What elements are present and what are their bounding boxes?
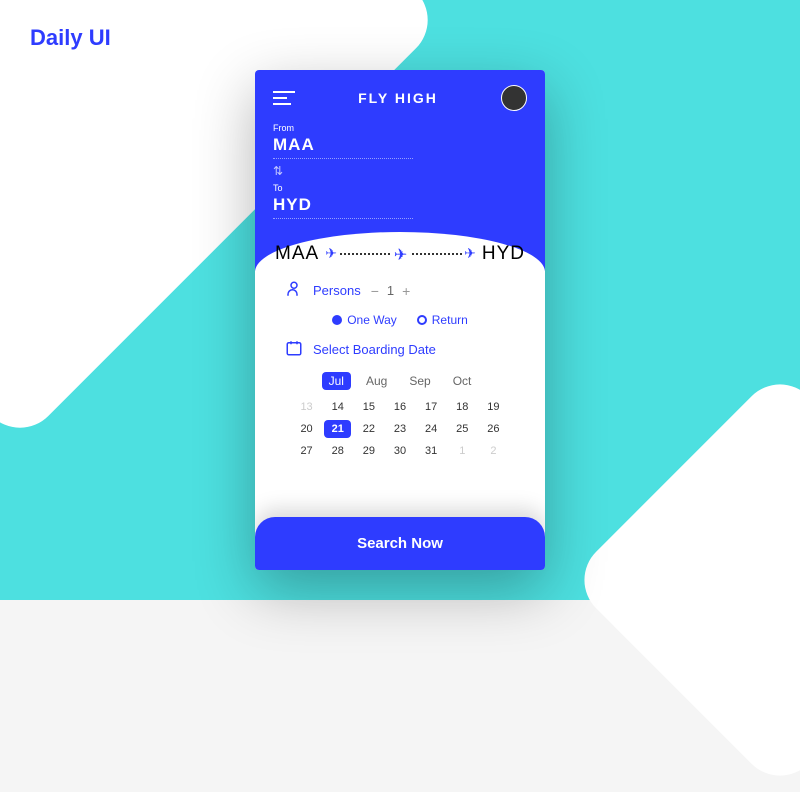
calendar-day[interactable]: 21 — [324, 420, 351, 438]
oneway-radio[interactable]: One Way — [332, 313, 397, 327]
persons-count: 1 — [387, 283, 394, 298]
calendar-day[interactable]: 18 — [449, 398, 476, 416]
persons-plus[interactable]: + — [402, 283, 410, 299]
month-sep[interactable]: Sep — [402, 372, 437, 390]
calendar-icon — [285, 339, 303, 360]
to-input[interactable]: HYD — [273, 195, 413, 219]
plane-icon: ✈ — [323, 245, 339, 262]
calendar-day[interactable]: 17 — [418, 398, 445, 416]
calendar-day[interactable]: 20 — [293, 420, 320, 438]
person-icon — [285, 280, 303, 301]
calendar-day[interactable]: 16 — [386, 398, 413, 416]
calendar-day[interactable]: 29 — [355, 442, 382, 460]
calendar-day[interactable]: 22 — [355, 420, 382, 438]
calendar-day[interactable]: 13 — [293, 398, 320, 416]
persons-minus[interactable]: − — [371, 283, 379, 299]
swap-icon[interactable]: ⇅ — [273, 164, 527, 178]
calendar-day[interactable]: 28 — [324, 442, 351, 460]
calendar-day[interactable]: 27 — [293, 442, 320, 460]
month-jul[interactable]: Jul — [322, 372, 351, 390]
month-tabs: Jul Aug Sep Oct — [285, 372, 515, 390]
avatar[interactable] — [501, 85, 527, 111]
app-title: FLY HIGH — [358, 90, 438, 106]
calendar-grid: 13141516 171819 20212223 242526 27282930 3112 — [285, 398, 515, 460]
calendar-day[interactable]: 25 — [449, 420, 476, 438]
plane-icon: ✈ — [390, 245, 411, 265]
calendar-day[interactable]: 31 — [418, 442, 445, 460]
date-label: Select Boarding Date — [313, 342, 436, 357]
calendar-day[interactable]: 2 — [480, 442, 507, 460]
calendar-day[interactable]: 26 — [480, 420, 507, 438]
persons-row: Persons − 1 + — [285, 280, 515, 301]
calendar-day[interactable]: 14 — [324, 398, 351, 416]
month-aug[interactable]: Aug — [359, 372, 394, 390]
calendar-day[interactable]: 15 — [355, 398, 382, 416]
month-oct[interactable]: Oct — [446, 372, 479, 390]
calendar-day[interactable]: 19 — [480, 398, 507, 416]
route-to: HYD — [482, 243, 525, 265]
calendar-day[interactable]: 1 — [449, 442, 476, 460]
to-label: To — [273, 183, 527, 193]
calendar-day[interactable]: 23 — [386, 420, 413, 438]
menu-icon[interactable] — [273, 87, 295, 109]
route-from: MAA — [275, 243, 319, 265]
plane-icon: ✈ — [462, 245, 478, 262]
page-brand: Daily UI — [30, 25, 111, 51]
from-label: From — [273, 123, 527, 133]
persons-label: Persons — [313, 283, 361, 298]
date-row: Select Boarding Date — [285, 339, 515, 360]
header: FLY HIGH From MAA ⇅ To HYD — [255, 70, 545, 271]
search-button[interactable]: Search Now — [255, 517, 545, 570]
route-display: MAA ✈ ✈ ✈ HYD — [255, 243, 545, 265]
phone-frame: FLY HIGH From MAA ⇅ To HYD MAA ✈ ✈ ✈ HYD P… — [255, 70, 545, 570]
calendar-day[interactable]: 24 — [418, 420, 445, 438]
return-radio[interactable]: Return — [417, 313, 468, 327]
from-input[interactable]: MAA — [273, 135, 413, 159]
calendar-day[interactable]: 30 — [386, 442, 413, 460]
